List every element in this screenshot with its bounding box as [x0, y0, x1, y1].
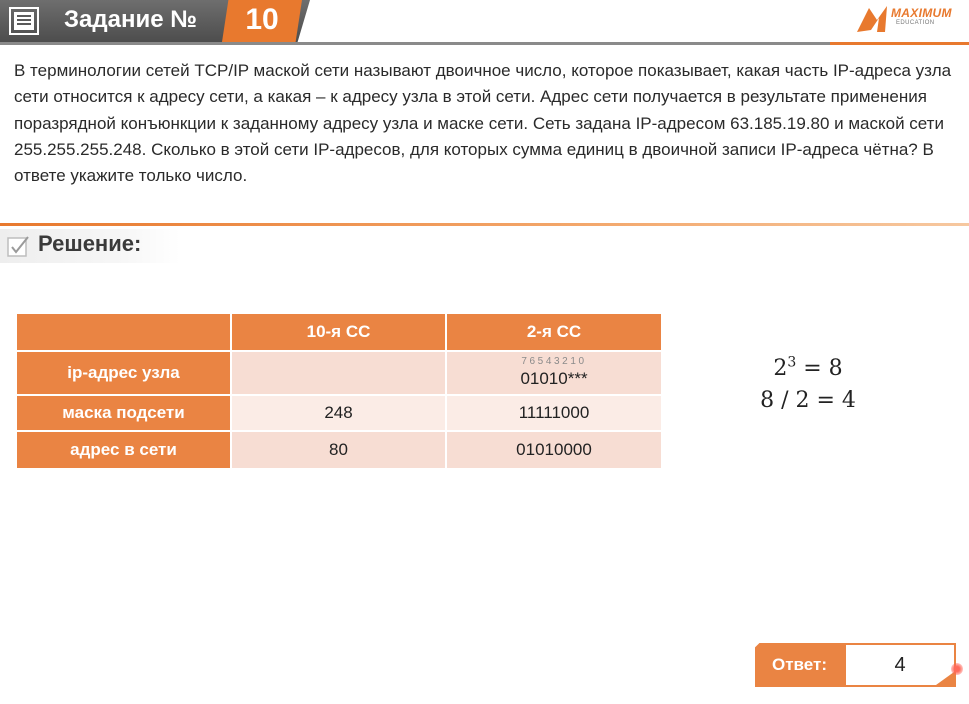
row-label: адрес в сети: [17, 432, 230, 468]
logo-subtext: EDUCATION: [896, 20, 935, 26]
header-divider-accent: [830, 42, 969, 45]
answer-input[interactable]: 4: [844, 643, 956, 687]
binary-value: 01010***: [520, 369, 588, 388]
pointer-cursor: [951, 663, 963, 675]
table-header-cell: 2-я СС: [447, 314, 661, 350]
document-list-icon: [9, 7, 39, 35]
table-header-cell: [17, 314, 230, 350]
table-row: ip-адрес узла 76543210 01010***: [17, 352, 661, 394]
header-divider: [0, 42, 969, 45]
task-number-box: 10: [222, 0, 302, 42]
solution-title: Решение:: [38, 231, 142, 256]
row-label: ip-адрес узла: [17, 352, 230, 394]
table-cell-dec: [232, 352, 445, 394]
problem-text: В терминологии сетей TCP/IP маской сети …: [14, 61, 952, 186]
table-row: маска подсети 248 11111000: [17, 396, 661, 430]
formula-base: 2: [773, 356, 788, 381]
table-header-cell: 10-я СС: [232, 314, 445, 350]
row-label: маска подсети: [17, 396, 230, 430]
formula-exponent: 3: [787, 354, 797, 371]
answer-label: Ответ:: [755, 643, 844, 687]
formula-power: 23 = 8: [728, 356, 888, 381]
table-cell-bin: 01010000: [447, 432, 661, 468]
task-number: 10: [245, 3, 279, 36]
table-cell-dec: 248: [232, 396, 445, 430]
bit-index-label: 76543210: [521, 356, 587, 367]
task-title: Задание №: [64, 6, 197, 33]
table-header-row: 10-я СС 2-я СС: [17, 314, 661, 350]
task-header: Задание № 10 MAXIMUM EDUCATION: [0, 0, 969, 48]
table-cell-bin: 11111000: [447, 396, 661, 430]
table-cell-bin: 76543210 01010***: [447, 352, 661, 394]
table-row: адрес в сети 80 01010000: [17, 432, 661, 468]
formula-result: = 8: [796, 356, 843, 381]
formula-division: 8 / 2 = 4: [760, 388, 856, 413]
problem-divider: [0, 223, 969, 226]
checkbox-checked-icon: [7, 236, 29, 257]
table-cell-dec: 80: [232, 432, 445, 468]
logo-text: MAXIMUM: [891, 6, 952, 20]
